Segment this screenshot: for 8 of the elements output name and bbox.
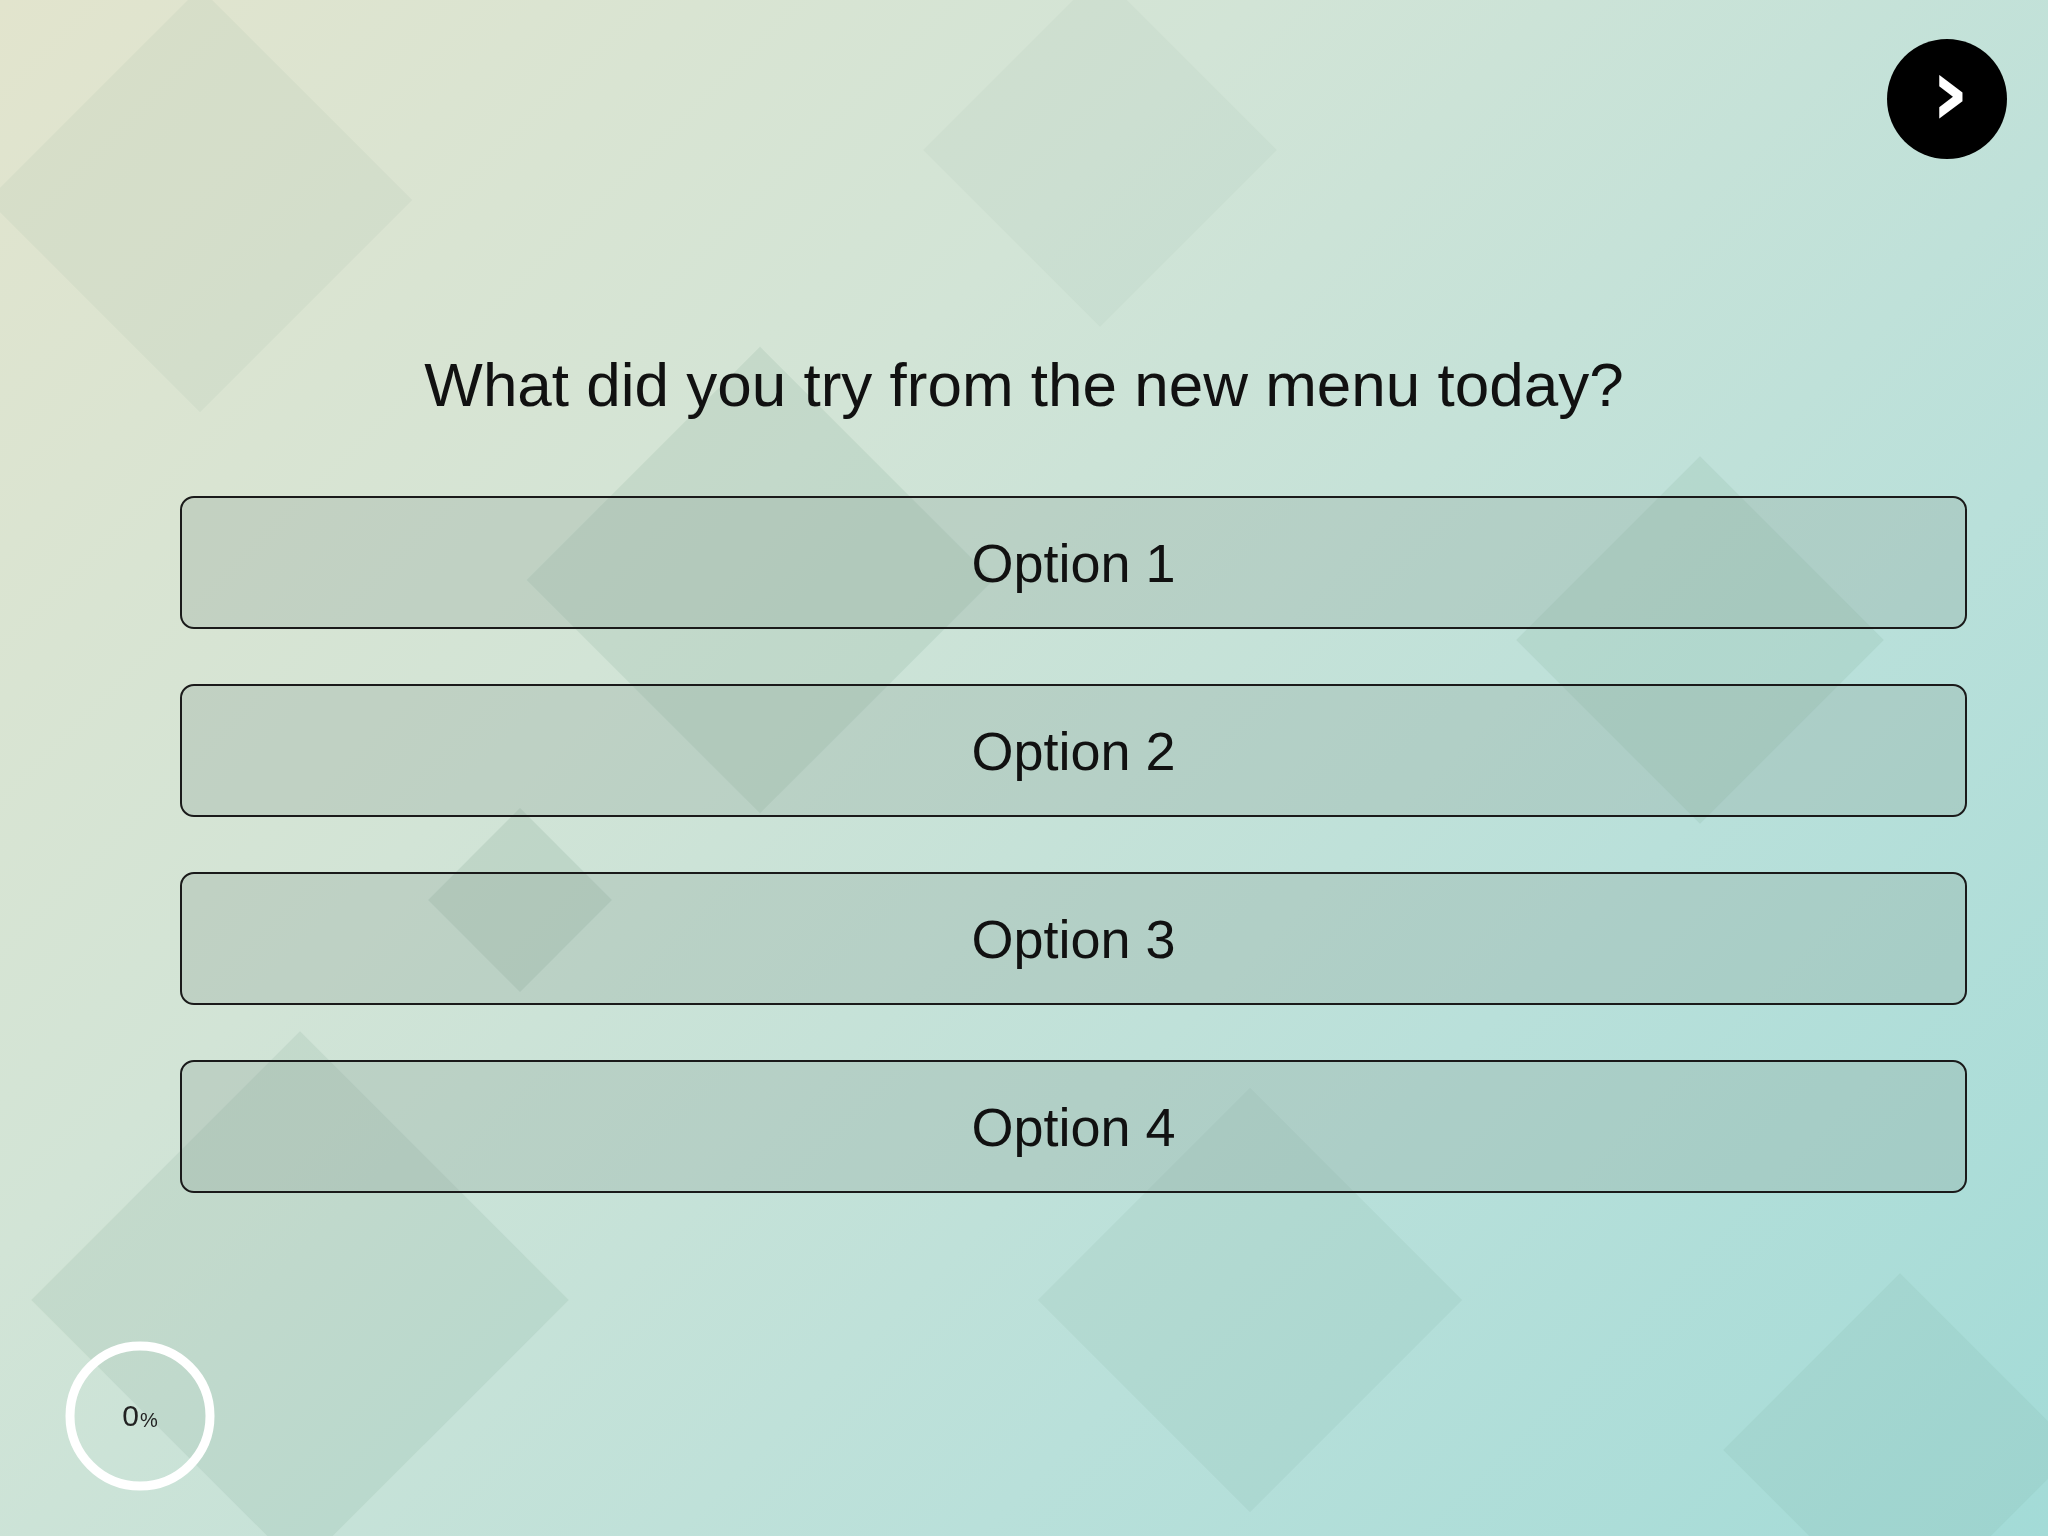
next-button[interactable]: › bbox=[1887, 39, 2007, 159]
answer-option[interactable]: Option 3 bbox=[180, 872, 1967, 1005]
progress-value: 0 bbox=[122, 1399, 139, 1433]
progress-unit: % bbox=[139, 1408, 158, 1432]
question-text: What did you try from the new menu today? bbox=[423, 349, 1625, 420]
answer-option[interactable]: Option 1 bbox=[180, 496, 1967, 629]
answer-option[interactable]: Option 4 bbox=[180, 1060, 1967, 1193]
answer-option[interactable]: Option 2 bbox=[180, 684, 1967, 817]
